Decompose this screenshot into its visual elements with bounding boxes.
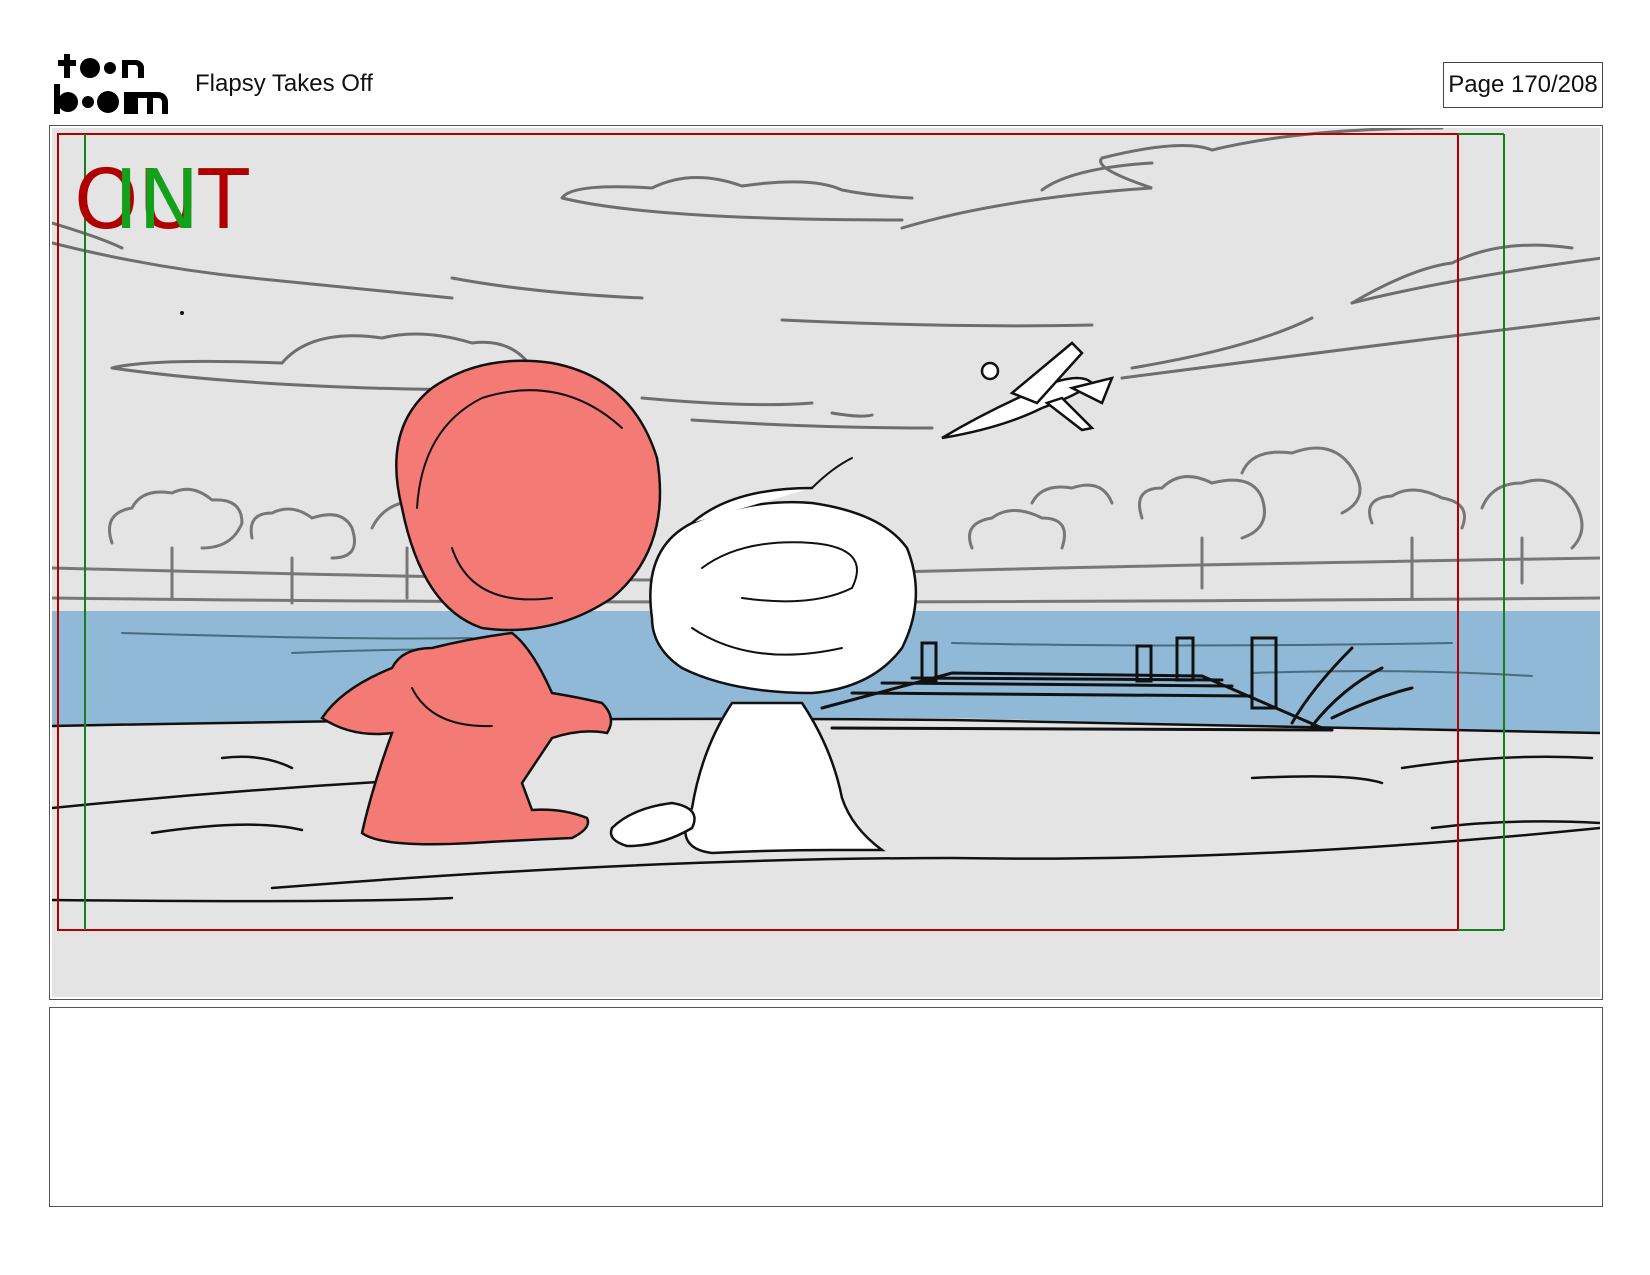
storyboard-panel-image bbox=[52, 128, 1600, 997]
document-title: Flapsy Takes Off bbox=[195, 70, 373, 97]
panel-notes-box bbox=[49, 1007, 1603, 1207]
page-number-badge: Page 170/208 bbox=[1443, 62, 1603, 108]
in-frame-marker: IN bbox=[114, 153, 200, 248]
toonboom-logo bbox=[54, 54, 168, 114]
